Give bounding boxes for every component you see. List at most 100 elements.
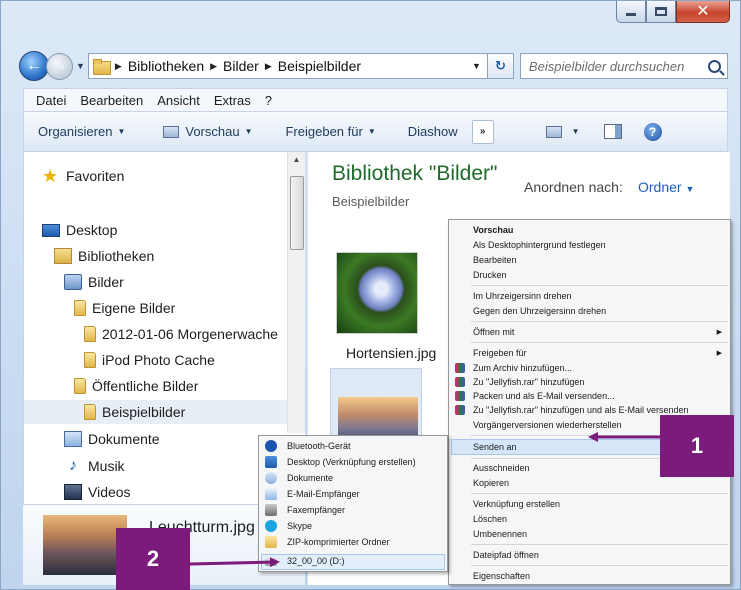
nav-sample-pictures[interactable]: Beispielbilder bbox=[24, 400, 288, 424]
winrar-icon bbox=[455, 391, 465, 401]
nav-music[interactable]: ♪ Musik bbox=[64, 454, 125, 478]
maximize-icon bbox=[655, 7, 667, 16]
ctx-open-file-location[interactable]: Dateipfad öffnen bbox=[473, 548, 539, 562]
sendto-zip[interactable]: ZIP-komprimierter Ordner bbox=[287, 535, 390, 550]
arrange-value: Ordner bbox=[638, 179, 682, 195]
ctx-add-to-rar-and-email[interactable]: Zu "Jellyfish.rar" hinzufügen und als E-… bbox=[473, 403, 689, 417]
minimize-button[interactable] bbox=[616, 1, 646, 23]
forward-button[interactable]: → bbox=[46, 52, 73, 80]
chevron-right-icon[interactable]: ▶ bbox=[115, 61, 122, 72]
nav-documents[interactable]: Dokumente bbox=[64, 427, 160, 451]
ctx-create-shortcut[interactable]: Verknüpfung erstellen bbox=[473, 497, 560, 511]
menu-tools[interactable]: Extras bbox=[214, 93, 251, 108]
menu-view[interactable]: Ansicht bbox=[157, 93, 200, 108]
navigation-row: ← → ▼ ▶ Bibliotheken ▶ Bilder ▶ Beispiel… bbox=[19, 51, 728, 81]
folder-icon bbox=[92, 59, 111, 75]
ctx-edit[interactable]: Bearbeiten bbox=[473, 253, 517, 267]
nav-libraries-label: Bibliotheken bbox=[78, 248, 155, 264]
close-button[interactable]: ✕ bbox=[676, 1, 730, 23]
organize-button[interactable]: Organisieren ▼ bbox=[38, 124, 125, 139]
nav-public-pictures[interactable]: Öffentliche Bilder bbox=[74, 374, 198, 398]
ctx-separator bbox=[471, 493, 728, 494]
folder-icon bbox=[84, 404, 96, 420]
ctx-print[interactable]: Drucken bbox=[473, 268, 507, 282]
menu-edit[interactable]: Bearbeiten bbox=[80, 93, 143, 108]
help-icon[interactable]: ? bbox=[643, 122, 662, 141]
callout-badge-2: 2 bbox=[116, 528, 190, 590]
ctx-add-to-rar[interactable]: Zu "Jellyfish.rar" hinzufügen bbox=[473, 375, 584, 389]
file-thumbnail-hortensien[interactable] bbox=[336, 252, 418, 334]
ctx-preview[interactable]: Vorschau bbox=[473, 223, 513, 237]
mail-icon bbox=[265, 488, 277, 500]
ctx-rotate-cw[interactable]: Im Uhrzeigersinn drehen bbox=[473, 289, 572, 303]
nav-my-pictures[interactable]: Eigene Bilder bbox=[74, 296, 175, 320]
folder-icon bbox=[74, 378, 86, 394]
slideshow-button[interactable]: Diashow bbox=[408, 124, 458, 139]
sendto-bluetooth[interactable]: Bluetooth-Gerät bbox=[287, 439, 351, 454]
share-button[interactable]: Freigeben für ▼ bbox=[285, 124, 375, 139]
arrange-dropdown[interactable]: Ordner ▼ bbox=[638, 179, 694, 195]
scroll-up-icon[interactable]: ▲ bbox=[288, 152, 305, 168]
bluetooth-icon bbox=[265, 440, 277, 452]
sendto-drive-d[interactable]: 32_00_00 (D:) bbox=[287, 554, 345, 569]
preview-pane-icon[interactable] bbox=[603, 124, 622, 139]
nav-folder-morning[interactable]: 2012-01-06 Morgenerwache bbox=[84, 322, 278, 346]
nav-documents-label: Dokumente bbox=[88, 431, 160, 447]
ctx-cut[interactable]: Ausschneiden bbox=[473, 461, 530, 475]
nav-pictures-label: Bilder bbox=[88, 274, 124, 290]
ctx-restore-previous[interactable]: Vorgängerversionen wiederherstellen bbox=[473, 418, 622, 432]
sendto-fax[interactable]: Faxempfänger bbox=[287, 503, 345, 518]
ctx-add-to-archive[interactable]: Zum Archiv hinzufügen... bbox=[473, 361, 572, 375]
search-input[interactable] bbox=[528, 58, 708, 74]
search-box[interactable] bbox=[519, 53, 728, 79]
ctx-rename[interactable]: Umbenennen bbox=[473, 527, 527, 541]
ctx-delete[interactable]: Löschen bbox=[473, 512, 507, 526]
menu-file[interactable]: Datei bbox=[36, 93, 66, 108]
ctx-rotate-ccw[interactable]: Gegen den Uhrzeigersinn drehen bbox=[473, 304, 606, 318]
search-icon[interactable] bbox=[708, 59, 721, 73]
winrar-icon bbox=[455, 377, 465, 387]
ctx-properties[interactable]: Eigenschaften bbox=[473, 569, 530, 583]
sendto-skype[interactable]: Skype bbox=[287, 519, 312, 534]
menu-bar: Datei Bearbeiten Ansicht Extras ? bbox=[23, 88, 728, 112]
library-subtitle: Beispielbilder bbox=[332, 194, 410, 209]
ctx-pack-and-email[interactable]: Packen und als E-Mail versenden... bbox=[473, 389, 615, 403]
ctx-separator bbox=[471, 565, 728, 566]
ctx-copy[interactable]: Kopieren bbox=[473, 476, 509, 490]
more-button[interactable]: » bbox=[471, 119, 494, 144]
nav-pictures[interactable]: Bilder bbox=[64, 270, 124, 294]
nav-videos[interactable]: Videos bbox=[64, 480, 131, 504]
refresh-button[interactable]: ↻ bbox=[487, 53, 514, 79]
breadcrumb-sample-pictures[interactable]: Beispielbilder bbox=[278, 58, 361, 74]
address-bar[interactable]: ▶ Bibliotheken ▶ Bilder ▶ Beispielbilder… bbox=[87, 53, 488, 79]
file-name-hortensien[interactable]: Hortensien.jpg bbox=[346, 345, 436, 361]
nav-libraries[interactable]: Bibliotheken bbox=[54, 244, 154, 268]
history-dropdown-icon[interactable]: ▼ bbox=[76, 61, 85, 71]
maximize-button[interactable] bbox=[646, 1, 676, 23]
nav-desktop[interactable]: Desktop bbox=[42, 218, 117, 242]
preview-button[interactable]: Vorschau ▼ bbox=[163, 124, 252, 139]
ctx-open-with[interactable]: Öffnen mit bbox=[473, 325, 514, 339]
drive-icon bbox=[265, 558, 277, 566]
sendto-mail-recipient[interactable]: E-Mail-Empfänger bbox=[287, 487, 360, 502]
breadcrumb-libraries[interactable]: Bibliotheken bbox=[128, 58, 204, 74]
chevron-right-icon[interactable]: ▶ bbox=[210, 61, 217, 72]
chevron-down-icon: ▼ bbox=[117, 127, 126, 136]
nav-folder-ipod[interactable]: iPod Photo Cache bbox=[84, 348, 215, 372]
back-button[interactable]: ← bbox=[19, 51, 49, 81]
ctx-set-wallpaper[interactable]: Als Desktophintergrund festlegen bbox=[473, 238, 606, 252]
view-options-button[interactable]: ▼ bbox=[545, 125, 580, 138]
sendto-desktop[interactable]: Desktop (Verknüpfung erstellen) bbox=[287, 455, 416, 470]
nav-scrollbar[interactable]: ▲ bbox=[287, 152, 305, 433]
chevron-down-icon: ▼ bbox=[244, 127, 253, 136]
menu-help[interactable]: ? bbox=[265, 93, 272, 108]
scroll-thumb[interactable] bbox=[290, 176, 304, 250]
ctx-send-to[interactable]: Senden an bbox=[473, 440, 517, 454]
nav-favorites[interactable]: ★ Favoriten bbox=[42, 164, 124, 188]
chevron-right-icon[interactable]: ▶ bbox=[265, 61, 272, 72]
chevron-down-icon[interactable]: ▼ bbox=[466, 61, 487, 71]
breadcrumb-pictures[interactable]: Bilder bbox=[223, 58, 259, 74]
sendto-documents[interactable]: Dokumente bbox=[287, 471, 333, 486]
share-label: Freigeben für bbox=[285, 124, 363, 139]
ctx-share-with[interactable]: Freigeben für bbox=[473, 346, 527, 360]
